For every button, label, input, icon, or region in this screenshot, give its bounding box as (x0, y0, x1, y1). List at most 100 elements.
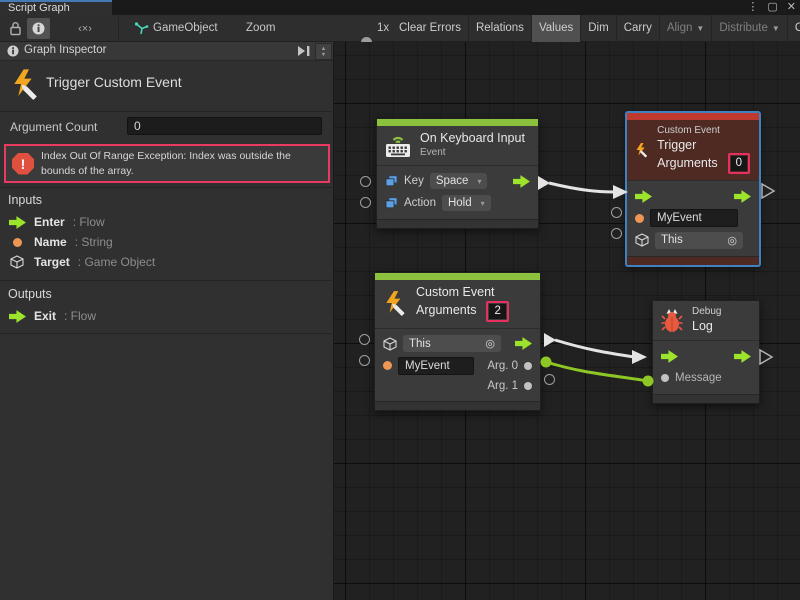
chevron-down-icon: ▼ (696, 24, 704, 33)
arguments-count-badge: 2 (489, 304, 505, 319)
flow-output-port[interactable] (515, 337, 532, 350)
string-port-icon[interactable] (383, 361, 392, 370)
custom-event-icon (634, 137, 649, 163)
action-label: Action (404, 197, 436, 209)
flow-input-port[interactable] (661, 350, 678, 363)
graph-inspector-header: Graph Inspector ▲ ▼ (0, 42, 333, 61)
overview-button[interactable]: Overv (787, 15, 800, 42)
event-name-input[interactable]: MyEvent (650, 209, 738, 227)
flow-output-port[interactable] (734, 350, 751, 363)
zoom-value: 1x (377, 15, 389, 42)
node-on-keyboard-input[interactable]: On Keyboard Input Event Key Space ▾ (376, 118, 539, 229)
tab-script-graph[interactable]: Script Graph (0, 0, 112, 15)
divider (0, 333, 334, 334)
target-picker-icon: ◎ (727, 234, 737, 247)
node-title: Custom Event (416, 285, 509, 301)
chevron-down-icon: ▾ (481, 199, 485, 208)
node-topbar (377, 119, 538, 126)
window-controls: ⋮ ▢ ✕ (747, 0, 796, 15)
argument-count-label: Argument Count (10, 120, 97, 134)
message-label: Message (675, 372, 722, 384)
inputs-section-header: Inputs (8, 193, 42, 207)
code-view-button[interactable]: ‹×› (68, 18, 102, 39)
gameobject-label[interactable]: GameObject (153, 15, 218, 42)
event-name-input[interactable]: MyEvent (398, 357, 474, 375)
target-dropdown[interactable]: This ◎ (655, 232, 743, 249)
node-debug-log[interactable]: Debug Log Message (652, 300, 760, 404)
divider (0, 111, 334, 112)
node-trigger-custom-event[interactable]: Custom Event Trigger Arguments 0 MyEvent (626, 112, 760, 266)
target-dropdown[interactable]: This ◎ (403, 335, 501, 352)
input-row-enter: Enter : Flow (8, 215, 105, 229)
action-dropdown[interactable]: Hold ▾ (442, 195, 491, 211)
log-exit-hint-arrow (758, 348, 774, 366)
trigger-name-input-port[interactable] (611, 207, 622, 218)
arg0-label: Arg. 0 (487, 360, 518, 372)
flow-row (653, 345, 759, 367)
arg1-label: Arg. 1 (487, 380, 518, 392)
keyboard-action-input-port[interactable] (360, 197, 371, 208)
input-row-name: Name : String (8, 235, 113, 249)
inspector-node-title: Trigger Custom Event (46, 74, 182, 90)
close-icon[interactable]: ✕ (787, 0, 796, 15)
trigger-target-input-port[interactable] (611, 228, 622, 239)
key-dropdown[interactable]: Space ▾ (430, 173, 488, 189)
trigger-exit-hint-arrow (760, 182, 776, 200)
input-row-target: Target : Game Object (8, 255, 155, 269)
tab-bar: Script Graph ⋮ ▢ ✕ (0, 0, 800, 15)
arg1-port[interactable] (524, 382, 532, 390)
node-title: Trigger (657, 138, 750, 154)
arguments-error-highlight: 0 (728, 153, 750, 174)
gameobject-cube-icon[interactable] (635, 233, 649, 247)
node-title: On Keyboard Input (420, 131, 525, 147)
bug-icon (660, 307, 684, 333)
event-name-row: MyEvent (627, 207, 759, 229)
keyboard-key-input-port[interactable] (360, 176, 371, 187)
node-topbar (627, 113, 759, 120)
arguments-label: Arguments (657, 156, 717, 172)
flow-output-port[interactable] (734, 190, 751, 203)
relations-button[interactable]: Relations (468, 15, 531, 42)
message-port[interactable] (661, 374, 669, 382)
carry-button[interactable]: Carry (616, 15, 659, 42)
error-icon: ! (12, 153, 34, 175)
dim-button[interactable]: Dim (580, 15, 615, 42)
argument-count-input[interactable]: 0 (127, 117, 322, 135)
align-dropdown[interactable]: Align▼ (659, 15, 712, 42)
flow-output-port[interactable] (513, 175, 530, 188)
gameobject-cube-icon[interactable] (383, 337, 397, 351)
node-footer (377, 219, 538, 228)
zoom-label: Zoom (246, 15, 275, 42)
maximize-icon[interactable]: ▢ (767, 0, 777, 15)
flow-arrow-icon (8, 216, 26, 229)
event-name-input-port[interactable] (359, 355, 370, 366)
lock-button[interactable] (4, 18, 26, 39)
arg1-output-port[interactable] (544, 374, 555, 385)
inspector-toggle-button[interactable] (27, 18, 50, 39)
string-port-icon[interactable] (635, 214, 644, 223)
gameobject-icon (132, 18, 150, 39)
window-menu-icon[interactable]: ⋮ (747, 0, 758, 15)
code-icon: ‹×› (78, 23, 92, 35)
panel-title: Graph Inspector (24, 44, 106, 56)
flow-input-port[interactable] (635, 190, 652, 203)
arg0-port[interactable] (524, 362, 532, 370)
node-footer (627, 256, 759, 265)
node-custom-event[interactable]: Custom Event Arguments 2 This ◎ (374, 272, 541, 411)
node-footer (375, 401, 540, 410)
distribute-dropdown[interactable]: Distribute▼ (711, 15, 787, 42)
clear-errors-button[interactable]: Clear Errors (392, 15, 468, 42)
arguments-error-highlight: 2 (486, 301, 508, 322)
event-name-row: MyEvent Arg. 0 (375, 355, 540, 377)
info-icon (32, 22, 45, 35)
outputs-section-header: Outputs (8, 287, 52, 301)
chevron-down-icon: ▼ (772, 24, 780, 33)
dock-panel-icon[interactable] (297, 45, 311, 57)
node-category: Debug (692, 306, 721, 319)
event-target-input-port[interactable] (359, 334, 370, 345)
spin-down-icon[interactable]: ▼ (321, 52, 326, 58)
values-button[interactable]: Values (531, 15, 580, 42)
panel-spinner: ▲ ▼ (315, 43, 332, 60)
key-row: Key Space ▾ (377, 170, 538, 192)
custom-event-icon (382, 290, 408, 316)
